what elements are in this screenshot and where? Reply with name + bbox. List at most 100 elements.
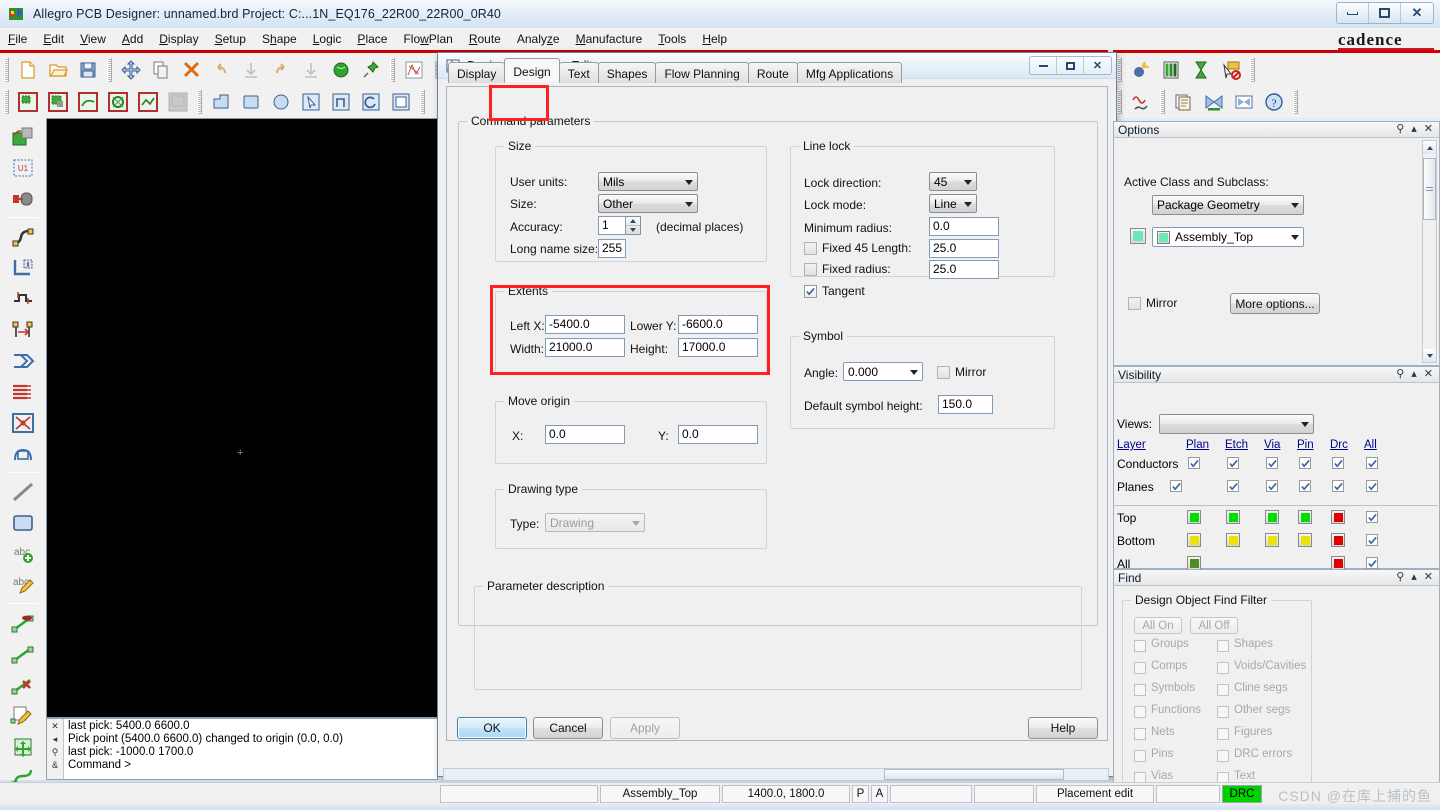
help-question-icon[interactable]: ? xyxy=(1260,88,1288,116)
tab-flow-planning[interactable]: Flow Planning xyxy=(655,62,749,83)
visibility-checkbox[interactable] xyxy=(1366,480,1378,492)
display-color-icon[interactable] xyxy=(14,88,42,116)
rtoolbar-grip-3[interactable] xyxy=(1117,90,1122,114)
find-checkbox-symbols[interactable] xyxy=(1134,684,1146,696)
move-origin-y-field[interactable]: 0.0 xyxy=(678,425,758,444)
menu-item-place[interactable]: Place xyxy=(349,30,395,48)
user-units-combo[interactable]: Mils xyxy=(598,172,698,191)
visibility-color-swatch[interactable] xyxy=(1265,533,1279,547)
visibility-checkbox[interactable] xyxy=(1227,480,1239,492)
status-flag-p[interactable]: P xyxy=(852,784,869,803)
delay-tune-icon[interactable] xyxy=(6,284,40,314)
measure-pin-icon[interactable] xyxy=(6,608,40,638)
subclass-color-swatch[interactable] xyxy=(1130,228,1146,244)
rtoolbar-grip-5[interactable] xyxy=(1293,90,1298,114)
undo-icon[interactable] xyxy=(207,56,235,84)
save-icon[interactable] xyxy=(74,56,102,84)
menu-item-route[interactable]: Route xyxy=(461,30,509,48)
bus-route-icon[interactable] xyxy=(6,377,40,407)
down-arrow2-icon[interactable] xyxy=(297,56,325,84)
display-element-icon[interactable] xyxy=(104,88,132,116)
tab-route[interactable]: Route xyxy=(747,62,798,83)
visibility-color-swatch[interactable] xyxy=(1187,556,1201,570)
fixed-45-length-checkbox[interactable] xyxy=(804,241,817,255)
minimum-radius-field[interactable]: 0.0 xyxy=(929,217,999,236)
display-shadow-icon[interactable] xyxy=(44,88,72,116)
menu-item-display[interactable]: Display xyxy=(151,30,206,48)
rtoolbar-grip-4[interactable] xyxy=(1160,90,1165,114)
tab-text[interactable]: Text xyxy=(558,62,599,83)
symbol-mirror-checkbox[interactable] xyxy=(937,365,950,379)
add-text-icon[interactable]: abc xyxy=(6,539,40,569)
edit-conn-icon[interactable] xyxy=(6,701,40,731)
visibility-color-swatch[interactable] xyxy=(1298,533,1312,547)
visibility-color-swatch[interactable] xyxy=(1226,533,1240,547)
move-icon[interactable] xyxy=(117,56,145,84)
tab-display[interactable]: Display xyxy=(448,62,506,83)
views-combo[interactable] xyxy=(1159,414,1314,434)
shape-edit-icon[interactable] xyxy=(6,439,40,469)
new-file-icon[interactable] xyxy=(14,56,42,84)
visibility-col-via[interactable]: Via xyxy=(1264,439,1280,451)
line-icon[interactable] xyxy=(6,477,40,507)
options-scroll-thumb[interactable] xyxy=(1423,158,1436,220)
menu-item-shape[interactable]: Shape xyxy=(254,30,305,48)
visibility-col-plan[interactable]: Plan xyxy=(1186,439,1209,451)
visibility-col-pin[interactable]: Pin xyxy=(1297,439,1314,451)
component-u1-icon[interactable]: U1 xyxy=(6,153,40,183)
fanout-icon[interactable] xyxy=(6,346,40,376)
find-checkbox-comps[interactable] xyxy=(1134,662,1146,674)
visibility-col-etch[interactable]: Etch xyxy=(1225,439,1248,451)
find-checkbox-other-segs[interactable] xyxy=(1217,706,1229,718)
options-panel-scrollbar[interactable] xyxy=(1422,140,1437,363)
menu-item-flowplan[interactable]: FlowPlan xyxy=(395,30,460,48)
options-mirror-checkbox[interactable] xyxy=(1128,296,1141,310)
menu-item-view[interactable]: View xyxy=(72,30,114,48)
menu-item-analyze[interactable]: Analyze xyxy=(509,30,568,48)
options-collapse-icon[interactable]: ▴ xyxy=(1411,124,1417,135)
visibility-checkbox[interactable] xyxy=(1332,457,1344,469)
toolbar-grip-7[interactable] xyxy=(420,90,425,114)
net-schedule-icon[interactable] xyxy=(6,408,40,438)
console-text[interactable]: last pick: 5400.0 6600.0 Pick point (5400… xyxy=(64,719,437,779)
accuracy-spin-up[interactable] xyxy=(626,217,640,226)
horizontal-scrollbar-thumb[interactable] xyxy=(884,769,1064,780)
options-pin-icon[interactable]: ⚲ xyxy=(1396,124,1404,135)
open-folder-icon[interactable] xyxy=(44,56,72,84)
status-flag-a[interactable]: A xyxy=(871,784,888,803)
visibility-collapse-icon[interactable]: ▴ xyxy=(1411,369,1417,380)
options-scroll-up[interactable] xyxy=(1423,141,1436,154)
hourglass-icon[interactable] xyxy=(1187,56,1215,84)
toolbar-grip[interactable] xyxy=(4,57,9,82)
accuracy-spin-down[interactable] xyxy=(626,226,640,234)
long-name-size-field[interactable]: 255 xyxy=(598,239,626,258)
visibility-color-swatch[interactable] xyxy=(1331,533,1345,547)
accuracy-spin-buttons[interactable] xyxy=(626,216,641,235)
toolbar-grip-6[interactable] xyxy=(197,90,202,114)
visibility-color-swatch[interactable] xyxy=(1187,533,1201,547)
maximize-button[interactable] xyxy=(1369,3,1401,23)
edit-text-icon[interactable]: abc xyxy=(6,570,40,600)
swap-pins-icon[interactable] xyxy=(6,315,40,345)
signal-wave-icon[interactable] xyxy=(1127,88,1155,116)
menu-item-file[interactable]: File xyxy=(0,30,35,48)
active-class-combo[interactable]: Package Geometry xyxy=(1152,195,1304,215)
find-checkbox-functions[interactable] xyxy=(1134,706,1146,718)
find-checkbox-figures[interactable] xyxy=(1217,728,1229,740)
arc-icon[interactable] xyxy=(357,88,385,116)
visibility-color-swatch[interactable] xyxy=(1265,510,1279,524)
visibility-checkbox[interactable] xyxy=(1366,457,1378,469)
menu-item-add[interactable]: Add xyxy=(114,30,151,48)
find-checkbox-shapes[interactable] xyxy=(1217,640,1229,652)
tab-shapes[interactable]: Shapes xyxy=(597,62,657,83)
visibility-pin-icon[interactable]: ⚲ xyxy=(1396,369,1404,380)
visibility-color-swatch[interactable] xyxy=(1331,510,1345,524)
find-pin-icon[interactable]: ⚲ xyxy=(1396,572,1404,583)
rtoolbar-grip-2[interactable] xyxy=(1250,57,1255,82)
shape-fill-icon[interactable] xyxy=(327,56,355,84)
visibility-checkbox[interactable] xyxy=(1266,480,1278,492)
cursor-noselect-icon[interactable] xyxy=(1217,56,1245,84)
rectangle-icon[interactable] xyxy=(237,88,265,116)
design-canvas[interactable]: + xyxy=(46,118,438,718)
accuracy-stepper[interactable]: 1 xyxy=(598,216,641,235)
